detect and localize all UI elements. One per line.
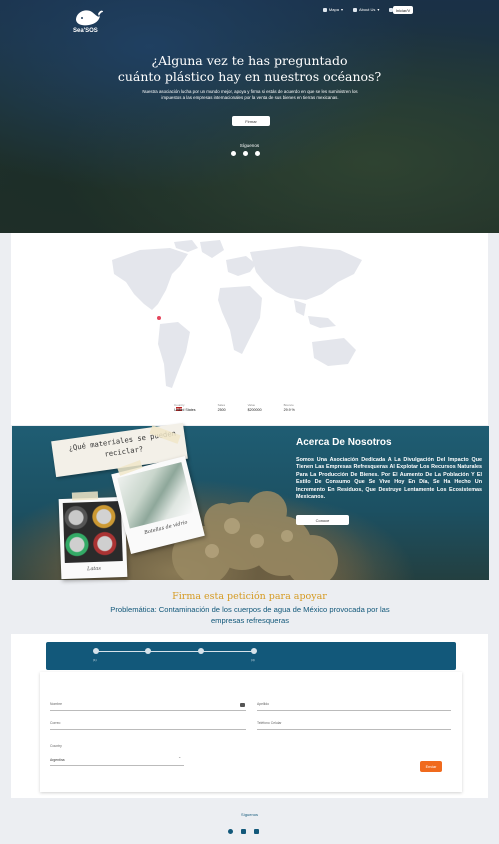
form-stepper: [46, 642, 456, 670]
info-icon: [352, 7, 357, 12]
telefono-field[interactable]: [257, 718, 451, 730]
stat-label: Value: [247, 403, 256, 407]
stepper-line: [96, 651, 254, 652]
country-select[interactable]: [50, 752, 184, 766]
cans-caption: Latas: [86, 565, 102, 573]
chevron-down-icon: ▾: [340, 7, 343, 12]
follow-label: Síguenos: [239, 143, 260, 148]
hero-social-links: [231, 151, 260, 156]
stat-label: Sales: [217, 403, 226, 407]
footer-follow-label: Síguenos: [241, 812, 258, 817]
stat-country: Country United States: [174, 403, 196, 412]
instagram-icon[interactable]: [243, 151, 248, 156]
country-label: Country: [50, 744, 62, 748]
nav-label: Mapa: [328, 7, 339, 12]
about-title: Acerca De Nosotros: [296, 437, 392, 448]
step-dot-1[interactable]: [93, 648, 99, 654]
hero-title-line: cuánto plástico hay en nuestros océanos?: [117, 69, 382, 84]
chevron-down-icon: ▾: [377, 7, 380, 12]
step-label-1: (1): [93, 658, 97, 662]
petition-title: Firma esta petición para apoyar: [172, 591, 327, 602]
stat-label: Country: [174, 403, 185, 407]
stat-value: 2500: [217, 408, 226, 412]
stat-value: 29.9 %: [283, 408, 295, 412]
instagram-icon[interactable]: [241, 829, 246, 834]
brand-name: Sea'SOS: [73, 28, 98, 34]
hero-title: ¿Alguna vez te has preguntado cuánto plá…: [0, 53, 499, 85]
step-dot-4[interactable]: [251, 648, 257, 654]
linkedin-icon[interactable]: [254, 829, 259, 834]
nav-login-button[interactable]: Iniciar/V: [393, 6, 413, 14]
step-dot-2[interactable]: [145, 648, 151, 654]
petition-subtitle: Problemática: Contaminación de los cuerp…: [110, 605, 390, 625]
apellido-field[interactable]: [257, 699, 451, 711]
facebook-icon[interactable]: [228, 829, 233, 834]
step-dot-3[interactable]: [198, 648, 204, 654]
tape-strip: [71, 491, 99, 501]
facebook-icon[interactable]: [231, 151, 236, 156]
polaroid-cans: Latas: [58, 496, 128, 580]
map-marker[interactable]: [157, 316, 161, 320]
stat-bounce: Bounce 29.9 %: [284, 403, 295, 412]
step-label-4: (4): [251, 658, 255, 662]
footer-social-links: [228, 829, 259, 834]
stat-label: Bounce: [283, 403, 294, 407]
id-card-icon: [240, 703, 245, 707]
hero-sign-button[interactable]: Firmar: [232, 116, 270, 126]
twitter-icon[interactable]: [255, 151, 260, 156]
hero-subtitle: Nuestra asociación lucha por un mundo me…: [142, 89, 358, 100]
map-icon: [322, 7, 327, 12]
about-body: Somos Una Asociación Dedicada A La Divul…: [296, 457, 482, 501]
stat-value-amount: Value $200000: [248, 403, 262, 412]
stat-value: United States: [174, 408, 196, 412]
nav-label: About Us: [358, 7, 376, 12]
form-panel: [40, 672, 462, 792]
nombre-field[interactable]: [50, 699, 246, 711]
nav-item-mapa[interactable]: Mapa ▾: [322, 7, 343, 12]
stat-sales: Sales 2500: [218, 403, 226, 412]
correo-field[interactable]: [50, 718, 246, 730]
nav-item-about[interactable]: About Us ▾: [352, 7, 380, 12]
country-value: Argentina: [50, 758, 65, 762]
world-map[interactable]: [100, 238, 380, 398]
chevron-down-icon: ⌄: [178, 754, 182, 759]
send-button[interactable]: Enviar: [420, 761, 442, 772]
map-stats: Country United States Sales 2500 Value $…: [164, 403, 295, 412]
hero-section: Sea'SOS Mapa ▾ About Us ▾ Firmar ▾ Inici…: [0, 0, 499, 233]
stat-value: $200000: [247, 408, 262, 412]
about-learn-button[interactable]: Conoce: [296, 515, 349, 525]
cans-photo: [62, 501, 123, 563]
hero-title-line: ¿Alguna vez te has preguntado: [151, 53, 348, 68]
